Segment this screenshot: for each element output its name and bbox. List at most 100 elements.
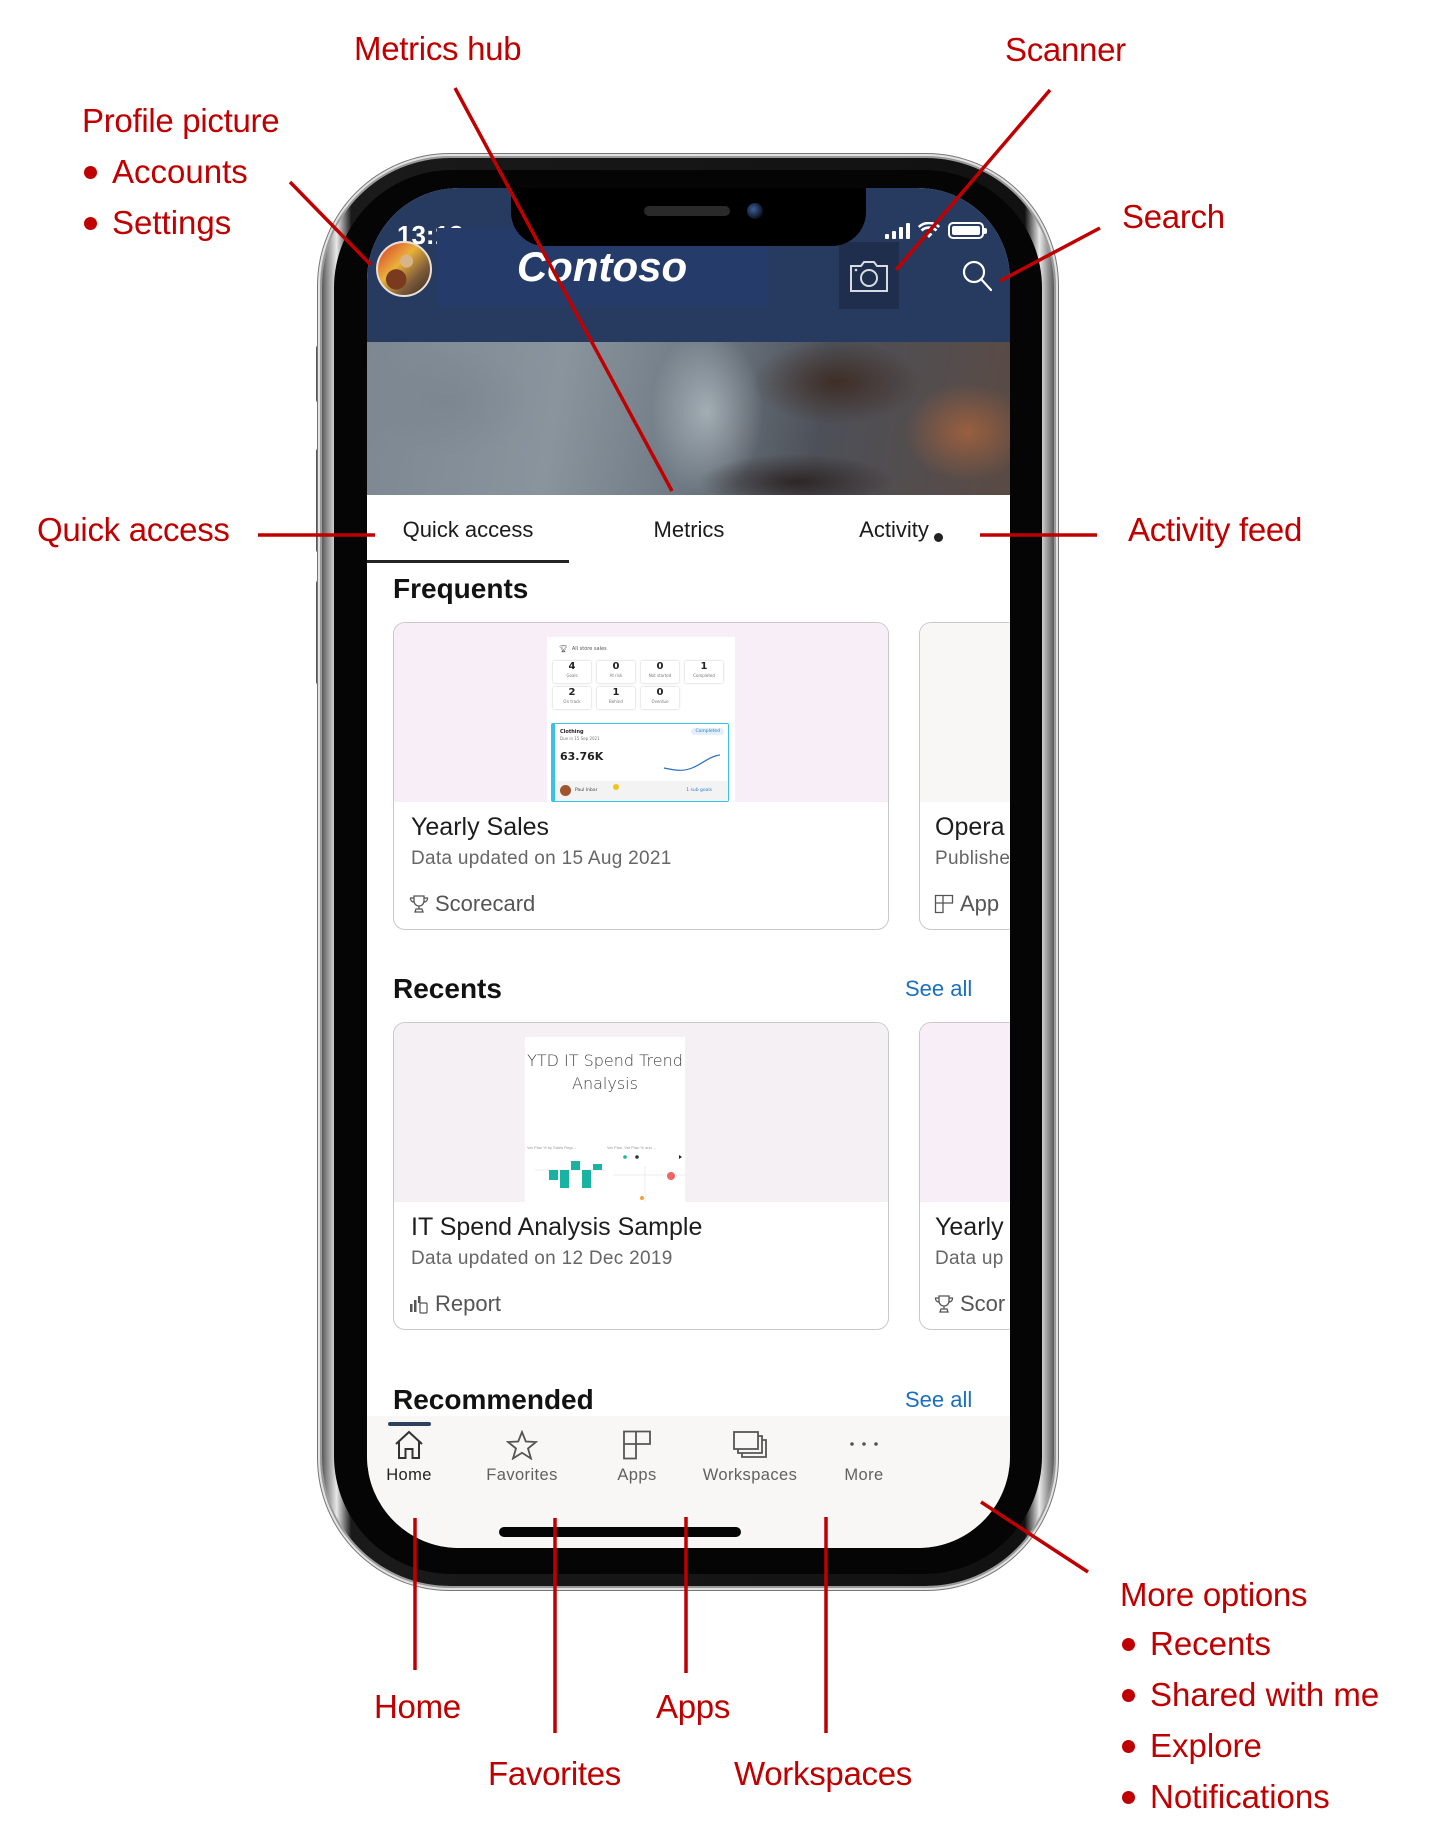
frequents-title: Frequents (393, 573, 529, 604)
recents-title: Recents (393, 973, 502, 1004)
card-type-label: Scor (960, 1291, 1006, 1316)
scanner-button[interactable] (839, 242, 899, 309)
banner-image (367, 342, 1010, 495)
tab-activity[interactable]: Activity (799, 495, 989, 565)
report-thumb-title: YTD IT Spend Trend Analysis (527, 1051, 683, 1093)
nav-workspaces[interactable]: Workspaces (695, 1430, 805, 1500)
signal-icon (885, 223, 910, 239)
kpi-tile: 0 Overdue (641, 687, 679, 709)
nav-home-label: Home (386, 1466, 432, 1484)
front-camera (747, 203, 763, 219)
goal-owner: Paul Inbar (575, 788, 598, 793)
annotation-activity-feed: Activity feed (1128, 511, 1303, 548)
card-title: Yearly Sales (411, 813, 550, 841)
app-screen: 13:13 Contoso Quick access Metrics Activ… (367, 188, 1010, 1548)
annotation-search: Search (1122, 198, 1225, 235)
workspaces-icon (733, 1431, 767, 1458)
card-thumbnail-area: 🏆︎ All store sales 4 Goals 0 At risk 0 Not … (394, 623, 888, 802)
annotation-shared-with-me: Shared with me (1120, 1669, 1379, 1720)
annotation-recents: Recents (1120, 1618, 1379, 1669)
annotation-scanner: Scanner (1005, 31, 1126, 68)
kpi-tile: 4 Goals (553, 661, 591, 683)
nav-more[interactable]: More (809, 1430, 919, 1500)
camera-icon (850, 260, 888, 292)
search-icon (962, 260, 993, 292)
active-nav-indicator (388, 1422, 431, 1426)
kpi-tile: 1 Behind (597, 687, 635, 709)
tab-activity-label: Activity (859, 517, 929, 542)
annotation-home: Home (374, 1688, 461, 1725)
kpi-tile: 1 Completed (685, 661, 723, 683)
annotation-more-items: Recents Shared with me Explore Notificat… (1120, 1618, 1379, 1822)
nav-favorites[interactable]: Favorites (467, 1430, 577, 1500)
kpi-tile: 0 Not started (641, 661, 679, 683)
frequent-card-yearly-sales[interactable]: 🏆︎ All store sales 4 Goals 0 At risk 0 Not … (393, 622, 889, 930)
nav-home[interactable]: Home (367, 1430, 464, 1500)
profile-picture-button[interactable] (376, 241, 432, 297)
wifi-icon (918, 222, 940, 238)
phone-notch (511, 188, 866, 246)
card-subtitle: Publishe (935, 848, 1010, 869)
annotation-profile-picture: Profile picture (82, 102, 280, 139)
recommended-see-all-link[interactable]: See all (905, 1387, 972, 1413)
nav-workspaces-label: Workspaces (702, 1466, 798, 1484)
card-subtitle: Data updated on 12 Dec 2019 (411, 1248, 673, 1269)
tab-quick-access[interactable]: Quick access (367, 495, 569, 565)
card-type: Scor (934, 1291, 1005, 1317)
notification-badge (613, 784, 619, 790)
frequent-card-operations[interactable]: Opera Publishe App (919, 622, 1010, 930)
nav-apps-label: Apps (617, 1466, 657, 1484)
annotation-favorites: Favorites (488, 1755, 622, 1792)
annotation-settings: Settings (82, 197, 248, 248)
card-type-label: Scorecard (435, 891, 536, 916)
app-header: 13:13 Contoso (367, 188, 1010, 342)
trophy-icon (409, 895, 429, 913)
card-title: Opera (935, 813, 1005, 841)
report-icon (410, 1296, 428, 1314)
card-thumbnail-area (920, 623, 1010, 802)
annotation-workspaces: Workspaces (734, 1755, 912, 1792)
search-button[interactable] (947, 246, 1007, 306)
home-indicator-bar (499, 1527, 741, 1537)
card-thumbnail-area (920, 1023, 1010, 1202)
scorecard-thumb-title: All store sales (571, 646, 607, 652)
kpi-tile: 2 On track (553, 687, 591, 709)
annotation-apps: Apps (656, 1688, 731, 1725)
goal-sparkline (663, 754, 721, 771)
tab-metrics[interactable]: Metrics (589, 495, 789, 565)
nav-apps[interactable]: Apps (582, 1430, 692, 1500)
goal-status-badge: Completed (691, 728, 724, 735)
card-subtitle: Data up (935, 1248, 1004, 1269)
more-icon (850, 1442, 878, 1446)
home-tabs: Quick access Metrics Activity (367, 495, 1010, 565)
report-thumb-bars (535, 1161, 605, 1188)
scorecard-thumb-header: 🏆︎ All store sales (559, 645, 607, 653)
kpi-tile: 0 At risk (597, 661, 635, 683)
recommended-title: Recommended (393, 1384, 594, 1415)
owner-avatar (560, 785, 571, 796)
battery-icon (948, 222, 987, 239)
card-title: Yearly (935, 1213, 1004, 1241)
annotation-notifications: Notifications (1120, 1771, 1379, 1822)
apps-icon (623, 1430, 651, 1460)
recent-card-yearly-sales[interactable]: Yearly Data up Scor (919, 1022, 1010, 1330)
scorecard-thumbnail: 🏆︎ All store sales 4 Goals 0 At risk 0 Not … (547, 637, 735, 802)
annotation-profile-items: Accounts Settings (82, 146, 248, 248)
trophy-icon (934, 1295, 954, 1313)
report-thumb-caption-right: Var Plan, Var Plan % and ... (607, 1145, 657, 1150)
star-icon (506, 1430, 538, 1460)
card-subtitle: Data updated on 15 Aug 2021 (411, 848, 672, 869)
recents-see-all-link[interactable]: See all (905, 976, 972, 1002)
speaker-grille (644, 206, 730, 216)
report-thumb-caption-left: Var Plan % by Sales Regi... (527, 1145, 576, 1150)
annotation-accounts: Accounts (82, 146, 248, 197)
annotation-explore: Explore (1120, 1720, 1379, 1771)
annotation-metrics-hub: Metrics hub (354, 30, 522, 67)
recent-card-it-spend[interactable]: YTD IT Spend Trend Analysis Var Plan % b… (393, 1022, 889, 1330)
activity-notification-dot (933, 533, 943, 542)
tab-quick-access-label: Quick access (402, 517, 534, 542)
card-type-label: App (960, 891, 1000, 916)
card-thumbnail-area: YTD IT Spend Trend Analysis Var Plan % b… (394, 1023, 888, 1202)
goal-subgoals: 1 sub goals (686, 788, 712, 793)
card-type: App (934, 891, 999, 917)
